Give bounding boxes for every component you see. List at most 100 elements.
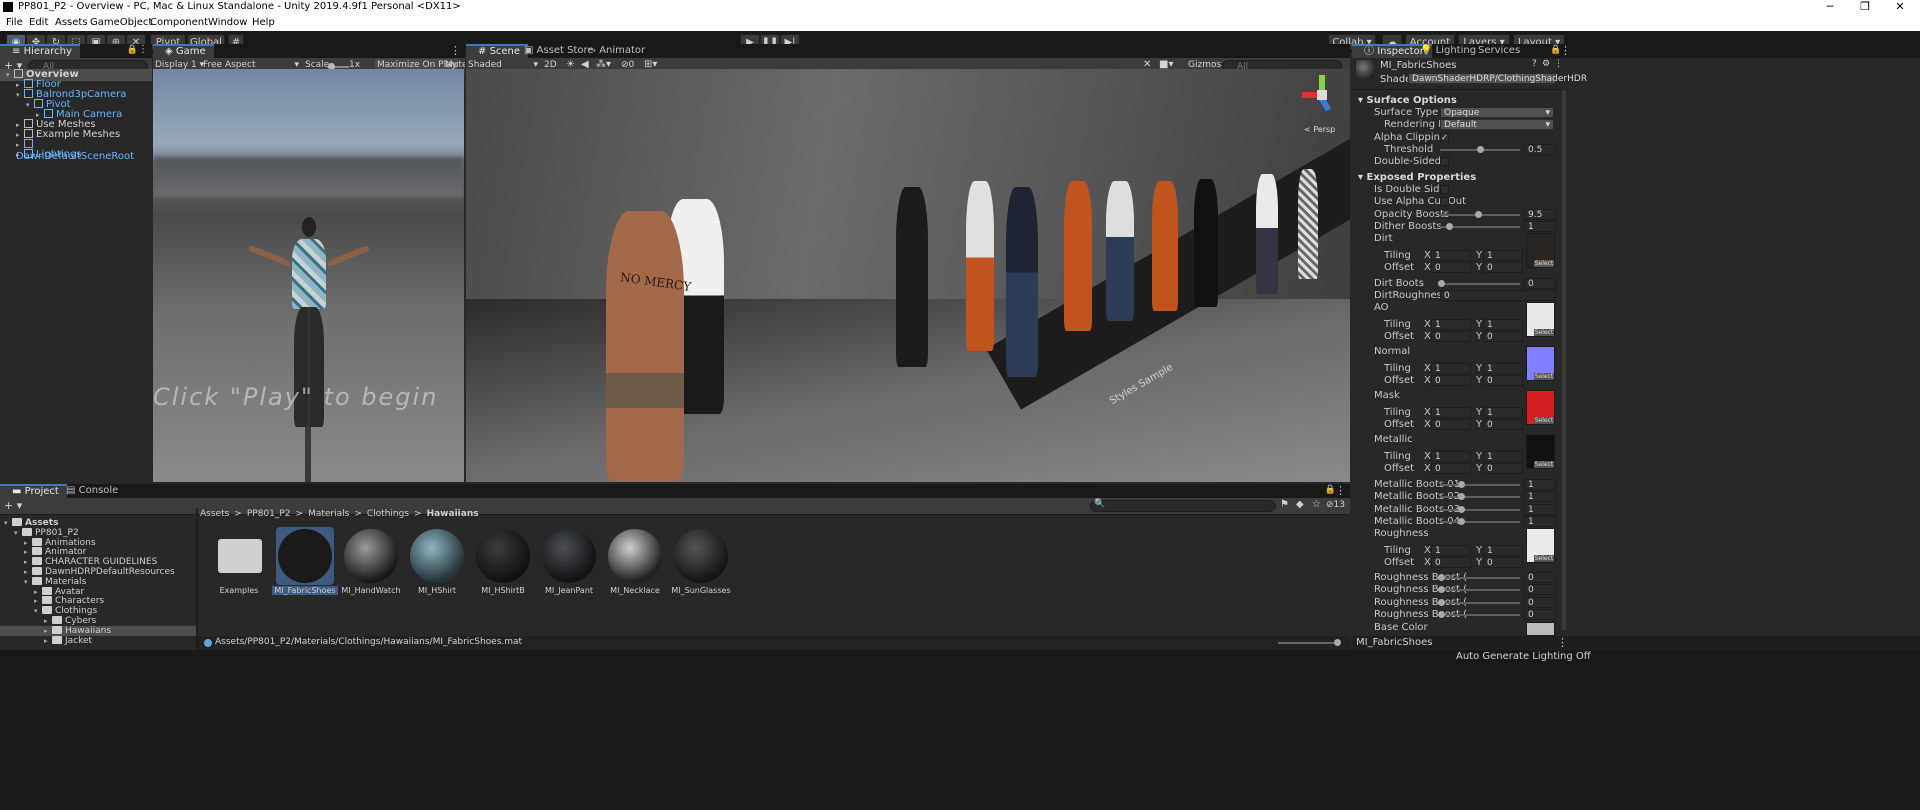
preview-more-icon[interactable]: ⋮ bbox=[1557, 636, 1568, 649]
project-tree-item[interactable]: ▸ Avatar bbox=[0, 586, 196, 597]
dirt-boots-slider-track[interactable] bbox=[1440, 283, 1520, 285]
asset-material[interactable] bbox=[408, 527, 466, 585]
expand-arrow-icon[interactable]: ▸ bbox=[44, 636, 52, 646]
boost-field[interactable]: 0 bbox=[1524, 572, 1556, 583]
asset-label[interactable]: MI_Necklace bbox=[602, 586, 668, 595]
project-tree-item[interactable]: ▾ Clothings bbox=[0, 606, 196, 616]
minimize-button[interactable]: ─ bbox=[1815, 0, 1845, 15]
expand-arrow-icon[interactable]: ▸ bbox=[24, 567, 32, 577]
expand-arrow-icon[interactable]: ▸ bbox=[24, 557, 32, 567]
asset-material[interactable] bbox=[672, 527, 730, 585]
boost-slider-track[interactable] bbox=[1440, 589, 1520, 592]
project-tree-item[interactable]: ▸ Characters bbox=[0, 596, 196, 606]
close-button[interactable]: ✕ bbox=[1885, 0, 1915, 15]
tiling-x-field[interactable]: 1 bbox=[1431, 451, 1471, 462]
asset-material[interactable] bbox=[474, 527, 532, 585]
expand-arrow-icon[interactable]: ▾ bbox=[34, 606, 42, 616]
asset-material[interactable] bbox=[342, 527, 400, 585]
project-tree-item[interactable]: ▸ Hawaiians bbox=[0, 625, 196, 636]
thumb-size-slider-track[interactable] bbox=[1278, 642, 1338, 644]
opacity-field[interactable]: 9.5 bbox=[1524, 209, 1556, 220]
asset-label[interactable]: MI_FabricShoes bbox=[272, 586, 338, 595]
lock-icon[interactable]: 🔒 bbox=[127, 45, 138, 55]
boost-field[interactable]: 1 bbox=[1524, 515, 1556, 527]
boost-slider-track[interactable] bbox=[1440, 508, 1520, 511]
asset-material[interactable] bbox=[276, 527, 334, 585]
more-options-icon[interactable]: ⋮ bbox=[1554, 59, 1563, 69]
surface-options-header[interactable]: ▾ Surface Options bbox=[1358, 95, 1457, 107]
expand-arrow-icon[interactable]: ▾ bbox=[14, 528, 22, 538]
expand-arrow-icon[interactable]: ▸ bbox=[24, 538, 32, 548]
offset-y-field[interactable]: 0 bbox=[1483, 375, 1523, 386]
boost-field[interactable]: 0 bbox=[1524, 596, 1556, 608]
asset-label[interactable]: MI_SunGlasses bbox=[668, 586, 734, 595]
boost-slider-track[interactable] bbox=[1440, 496, 1520, 499]
texture-thumb[interactable]: Select bbox=[1526, 390, 1555, 425]
project-tree-item[interactable]: ▸ Animator bbox=[0, 547, 196, 557]
menu-edit[interactable]: Edit bbox=[29, 17, 48, 28]
filter-label-icon[interactable]: ◆ bbox=[1296, 499, 1304, 510]
roughness-texture-thumb[interactable]: Select bbox=[1526, 528, 1555, 563]
menu-gameobject[interactable]: GameObject bbox=[90, 17, 152, 28]
dirt-boots-slider-knob[interactable] bbox=[1438, 280, 1445, 287]
exposed-properties-header[interactable]: ▾ Exposed Properties bbox=[1358, 172, 1476, 184]
asset-material[interactable] bbox=[540, 527, 598, 585]
texture-select-button[interactable]: Select bbox=[1534, 461, 1554, 468]
is-double-side-checkbox[interactable] bbox=[1440, 185, 1449, 194]
boost-slider-track[interactable] bbox=[1440, 601, 1520, 604]
breadcrumb-item[interactable]: Hawaiians bbox=[427, 509, 479, 519]
texture-thumb[interactable]: Select bbox=[1526, 233, 1555, 268]
boost-slider-track[interactable] bbox=[1440, 520, 1520, 523]
offset-y-field[interactable]: 0 bbox=[1483, 331, 1523, 342]
asset-label[interactable]: MI_HandWatch bbox=[338, 586, 404, 595]
tiling-x-field[interactable]: 1 bbox=[1431, 407, 1471, 418]
surface-type-dropdown[interactable]: Opaque ▾ bbox=[1440, 107, 1554, 118]
tiling-y-field[interactable]: 1 bbox=[1483, 319, 1523, 330]
more-options-icon[interactable]: ⋮ bbox=[138, 44, 148, 55]
texture-select-button[interactable]: Select bbox=[1534, 260, 1554, 267]
dirt-boots-field[interactable]: 0 bbox=[1524, 278, 1556, 289]
expand-arrow-icon[interactable]: ▸ bbox=[44, 616, 52, 626]
more-options-icon[interactable]: ⋮ bbox=[450, 44, 461, 57]
tab-game[interactable]: ◈ Game bbox=[153, 44, 214, 58]
roughness-select-button[interactable]: Select bbox=[1534, 555, 1554, 562]
offset-x-field[interactable]: 0 bbox=[1431, 262, 1471, 273]
game-viewport[interactable]: Click "Play" to begin bbox=[153, 69, 464, 482]
boost-field[interactable]: 0 bbox=[1524, 584, 1556, 596]
roughness-offset-x-field[interactable]: 0 bbox=[1431, 557, 1471, 568]
dither-field[interactable]: 1 bbox=[1524, 221, 1556, 232]
tiling-y-field[interactable]: 1 bbox=[1483, 363, 1523, 374]
rendering-pass-dropdown[interactable]: Default ▾ bbox=[1440, 119, 1554, 130]
tab-hierarchy[interactable]: ≡ Hierarchy bbox=[0, 44, 80, 58]
more-options-icon[interactable]: ⋮ bbox=[1560, 44, 1571, 57]
texture-select-button[interactable]: Select bbox=[1534, 373, 1554, 380]
asset-label[interactable]: MI_HShirt bbox=[404, 586, 470, 595]
orientation-gizmo[interactable] bbox=[1302, 75, 1342, 115]
project-tree-item[interactable]: ▸ Jacket bbox=[0, 635, 196, 646]
shader-dropdown[interactable]: DawnShaderHDRP/ClothingShaderHDR bbox=[1408, 73, 1587, 84]
boost-slider-track[interactable] bbox=[1440, 484, 1520, 486]
menu-component[interactable]: Component bbox=[150, 17, 208, 28]
texture-thumb[interactable]: Select bbox=[1526, 434, 1555, 469]
texture-select-button[interactable]: Select bbox=[1534, 417, 1554, 424]
tiling-y-field[interactable]: 1 bbox=[1483, 451, 1523, 462]
asset-label[interactable]: Examples bbox=[206, 586, 272, 595]
expand-arrow-icon[interactable]: ▾ bbox=[4, 518, 12, 528]
perspective-label[interactable]: < Persp bbox=[1304, 125, 1335, 134]
boost-slider-knob[interactable] bbox=[1438, 610, 1445, 618]
dither-slider-knob[interactable] bbox=[1446, 223, 1453, 230]
use-alpha-cut-checkbox[interactable] bbox=[1440, 197, 1449, 206]
boost-slider-knob[interactable] bbox=[1458, 505, 1465, 513]
dirt-roughness-field[interactable]: 0 bbox=[1440, 290, 1556, 301]
expand-arrow-icon[interactable]: ▾ bbox=[24, 577, 32, 587]
offset-x-field[interactable]: 0 bbox=[1431, 419, 1471, 430]
alpha-clipping-checkbox[interactable]: ✓ bbox=[1440, 133, 1449, 142]
offset-x-field[interactable]: 0 bbox=[1431, 463, 1471, 474]
inspector-scrollbar[interactable] bbox=[1562, 90, 1566, 630]
project-tree-item[interactable]: ▸ CHARACTER GUIDELINES bbox=[0, 557, 196, 567]
asset-folder[interactable] bbox=[210, 527, 268, 585]
breadcrumb-item[interactable]: PP801_P2 bbox=[247, 509, 291, 519]
expand-arrow-icon[interactable]: ▸ bbox=[44, 626, 52, 636]
boost-slider-knob[interactable] bbox=[1458, 517, 1465, 525]
favorite-icon[interactable]: ☆ bbox=[1312, 499, 1321, 510]
